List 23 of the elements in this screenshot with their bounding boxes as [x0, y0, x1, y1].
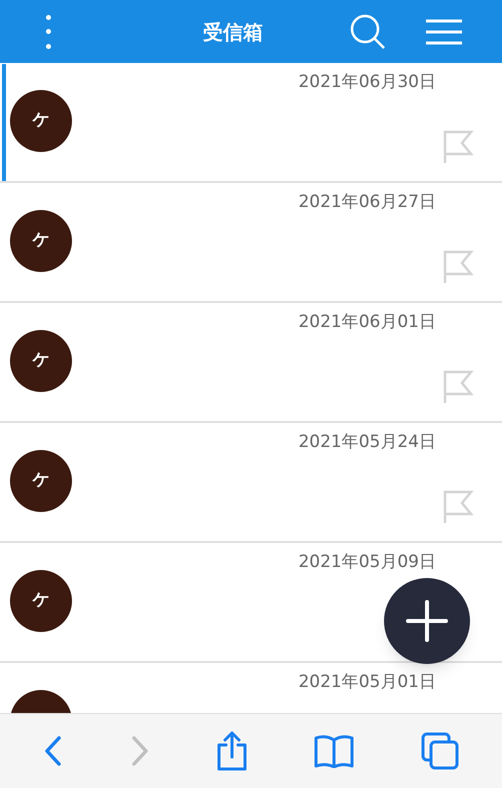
- search-icon[interactable]: [350, 14, 386, 50]
- tabs-icon[interactable]: [420, 732, 459, 770]
- inbox-title: 受信箱: [203, 18, 263, 46]
- menu-icon[interactable]: [426, 18, 462, 44]
- share-icon[interactable]: [216, 731, 248, 771]
- message-date: 2021年05月09日: [298, 551, 436, 574]
- avatar: ケ: [10, 570, 72, 632]
- message-date: 2021年06月27日: [298, 191, 436, 214]
- message-row[interactable]: ケ 2021年05月24日: [0, 424, 502, 543]
- message-row[interactable]: ケ 2021年06月01日: [0, 304, 502, 423]
- message-row[interactable]: ケ 2021年06月30日: [0, 64, 502, 183]
- avatar: ケ: [10, 90, 72, 152]
- avatar: ケ: [10, 330, 72, 392]
- message-date: 2021年06月30日: [298, 71, 436, 94]
- book-icon[interactable]: [314, 734, 354, 768]
- avatar: ケ: [10, 450, 72, 512]
- message-row[interactable]: ケ 2021年06月27日: [0, 184, 502, 303]
- plus-icon: [406, 600, 448, 642]
- message-date: 2021年05月24日: [298, 431, 436, 454]
- message-date: 2021年06月01日: [298, 311, 436, 334]
- message-date: 2021年05月01日: [298, 671, 436, 694]
- avatar: ケ: [10, 210, 72, 272]
- back-icon[interactable]: [43, 735, 64, 767]
